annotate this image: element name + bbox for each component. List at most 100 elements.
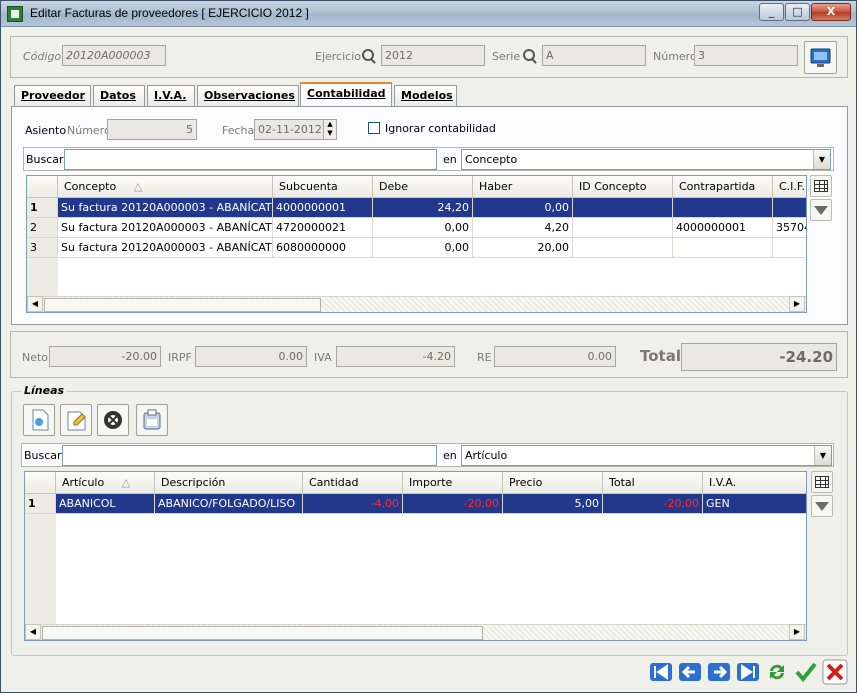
col-header-articulo[interactable]: Artículo △ xyxy=(56,472,155,494)
row-number[interactable]: 1 xyxy=(25,494,56,514)
chevron-down-icon[interactable]: ▼ xyxy=(814,446,831,465)
scroll-thumb[interactable] xyxy=(42,626,483,640)
numero-field: 3 xyxy=(694,45,798,66)
cell-haber[interactable]: 20,00 xyxy=(473,238,573,258)
serie-search-icon[interactable] xyxy=(523,49,535,61)
last-record-button[interactable] xyxy=(735,659,761,685)
cell-total[interactable]: -20,00 xyxy=(603,494,703,514)
row-number[interactable]: 1 xyxy=(27,198,58,218)
cell-concepto[interactable]: Su factura 20120A000003 - ABANÍCATE xyxy=(58,238,273,258)
scroll-right-icon[interactable]: ▶ xyxy=(789,296,805,312)
fecha-field: 02-11-2012 xyxy=(254,119,324,140)
lineas-buscar-label: Buscar xyxy=(24,449,62,462)
cell-descripcion[interactable]: ABANICO/FOLGADO/LISO xyxy=(155,494,303,514)
cell-cif[interactable] xyxy=(773,238,806,258)
col-header-debe[interactable]: Debe xyxy=(373,176,473,198)
first-record-button[interactable] xyxy=(648,659,674,685)
accept-button[interactable] xyxy=(793,659,819,685)
delete-line-button[interactable] xyxy=(97,404,129,436)
lineas-legend: Líneas xyxy=(21,384,68,397)
col-header-total[interactable]: Total xyxy=(603,472,703,494)
scroll-left-icon[interactable]: ◀ xyxy=(25,624,41,640)
tab-iva[interactable]: I.V.A. xyxy=(147,85,195,106)
prev-record-button[interactable] xyxy=(677,659,703,685)
col-header-subcuenta[interactable]: Subcuenta xyxy=(273,176,373,198)
title-bar[interactable]: Editar Facturas de proveedores [ EJERCIC… xyxy=(1,1,856,27)
tab-datos[interactable]: Datos xyxy=(93,85,145,106)
cell-iva[interactable]: GEN xyxy=(703,494,806,514)
col-header-concepto[interactable]: Concepto △ xyxy=(58,176,273,198)
col-header-iva[interactable]: I.V.A. xyxy=(703,472,806,494)
col-header-contrapartida[interactable]: Contrapartida xyxy=(673,176,773,198)
filter-button[interactable] xyxy=(810,199,832,221)
cell-debe[interactable]: 24,20 xyxy=(373,198,473,218)
cell-articulo[interactable]: ABANICOL xyxy=(56,494,155,514)
scroll-right-icon[interactable]: ▶ xyxy=(789,624,805,640)
cell-id-concepto[interactable] xyxy=(573,218,673,238)
row-number[interactable]: 2 xyxy=(27,218,58,238)
refresh-button[interactable] xyxy=(764,659,790,685)
minimize-button[interactable]: _ xyxy=(759,3,784,21)
cell-cif[interactable] xyxy=(773,198,806,218)
ejercicio-search-icon[interactable] xyxy=(362,49,374,61)
col-header-cif[interactable]: C.I.F. xyxy=(773,176,806,198)
next-record-button[interactable] xyxy=(706,659,732,685)
col-header-cantidad[interactable]: Cantidad xyxy=(303,472,403,494)
cell-concepto[interactable]: Su factura 20120A000003 - ABANÍCATE xyxy=(58,198,273,218)
tab-observaciones[interactable]: Observaciones xyxy=(197,85,299,106)
chevron-down-icon[interactable]: ▼ xyxy=(813,150,830,169)
document-view-button[interactable] xyxy=(804,41,837,74)
cell-contrapartida[interactable]: 4000000001 xyxy=(673,218,773,238)
contabilidad-field-select[interactable]: Concepto ▼ xyxy=(461,149,831,170)
tab-proveedor[interactable]: Proveedor xyxy=(14,85,91,106)
cell-id-concepto[interactable] xyxy=(573,238,673,258)
neto-label: Neto xyxy=(22,351,49,364)
tab-contabilidad[interactable]: Contabilidad xyxy=(300,82,392,106)
tab-modelos[interactable]: Modelos xyxy=(394,85,457,106)
ignorar-contabilidad-checkbox[interactable] xyxy=(368,122,380,134)
col-header-haber[interactable]: Haber xyxy=(473,176,573,198)
fecha-spinner[interactable]: ▲ ▼ xyxy=(323,119,337,140)
cell-debe[interactable]: 0,00 xyxy=(373,238,473,258)
lineas-columns-config-button[interactable] xyxy=(811,471,833,493)
cell-cantidad[interactable]: -4,00 xyxy=(303,494,403,514)
new-line-button[interactable] xyxy=(23,404,55,436)
columns-config-button[interactable] xyxy=(810,175,832,197)
cell-id-concepto[interactable] xyxy=(573,198,673,218)
iva-label: IVA xyxy=(314,351,332,364)
cell-haber[interactable]: 0,00 xyxy=(473,198,573,218)
col-header-precio[interactable]: Precio xyxy=(503,472,603,494)
col-header-id-concepto[interactable]: ID Concepto xyxy=(573,176,673,198)
cancel-button[interactable] xyxy=(822,659,848,685)
cell-subcuenta[interactable]: 6080000000 xyxy=(273,238,373,258)
filter-icon xyxy=(814,206,828,215)
col-header-descripcion[interactable]: Descripción xyxy=(155,472,303,494)
maximize-button[interactable]: □ xyxy=(785,3,810,21)
close-button[interactable]: X xyxy=(811,3,851,21)
cell-contrapartida[interactable] xyxy=(673,238,773,258)
lineas-search-input[interactable] xyxy=(62,445,437,466)
cell-importe[interactable]: -20,00 xyxy=(403,494,503,514)
contabilidad-search-input[interactable] xyxy=(64,149,437,170)
cell-subcuenta[interactable]: 4000000001 xyxy=(273,198,373,218)
cell-cif[interactable]: 35704 xyxy=(773,218,806,238)
lineas-filter-button[interactable] xyxy=(811,495,833,517)
edit-line-button[interactable] xyxy=(60,404,92,436)
horizontal-scrollbar[interactable]: ◀ ▶ xyxy=(27,296,806,312)
app-icon xyxy=(7,6,23,22)
cell-debe[interactable]: 0,00 xyxy=(373,218,473,238)
cell-precio[interactable]: 5,00 xyxy=(503,494,603,514)
cell-haber[interactable]: 4,20 xyxy=(473,218,573,238)
col-header-importe[interactable]: Importe xyxy=(403,472,503,494)
prev-record-icon xyxy=(679,663,701,681)
horizontal-scrollbar[interactable]: ◀ ▶ xyxy=(25,624,806,640)
scroll-left-icon[interactable]: ◀ xyxy=(27,296,43,312)
clipboard-button[interactable] xyxy=(136,404,168,436)
scroll-thumb[interactable] xyxy=(44,298,321,312)
lineas-field-select[interactable]: Artículo ▼ xyxy=(461,445,832,466)
cell-contrapartida[interactable] xyxy=(673,198,773,218)
row-number[interactable]: 3 xyxy=(27,238,58,258)
asiento-label: Asiento xyxy=(25,124,67,137)
cell-subcuenta[interactable]: 4720000021 xyxy=(273,218,373,238)
cell-concepto[interactable]: Su factura 20120A000003 - ABANÍCATE xyxy=(58,218,273,238)
